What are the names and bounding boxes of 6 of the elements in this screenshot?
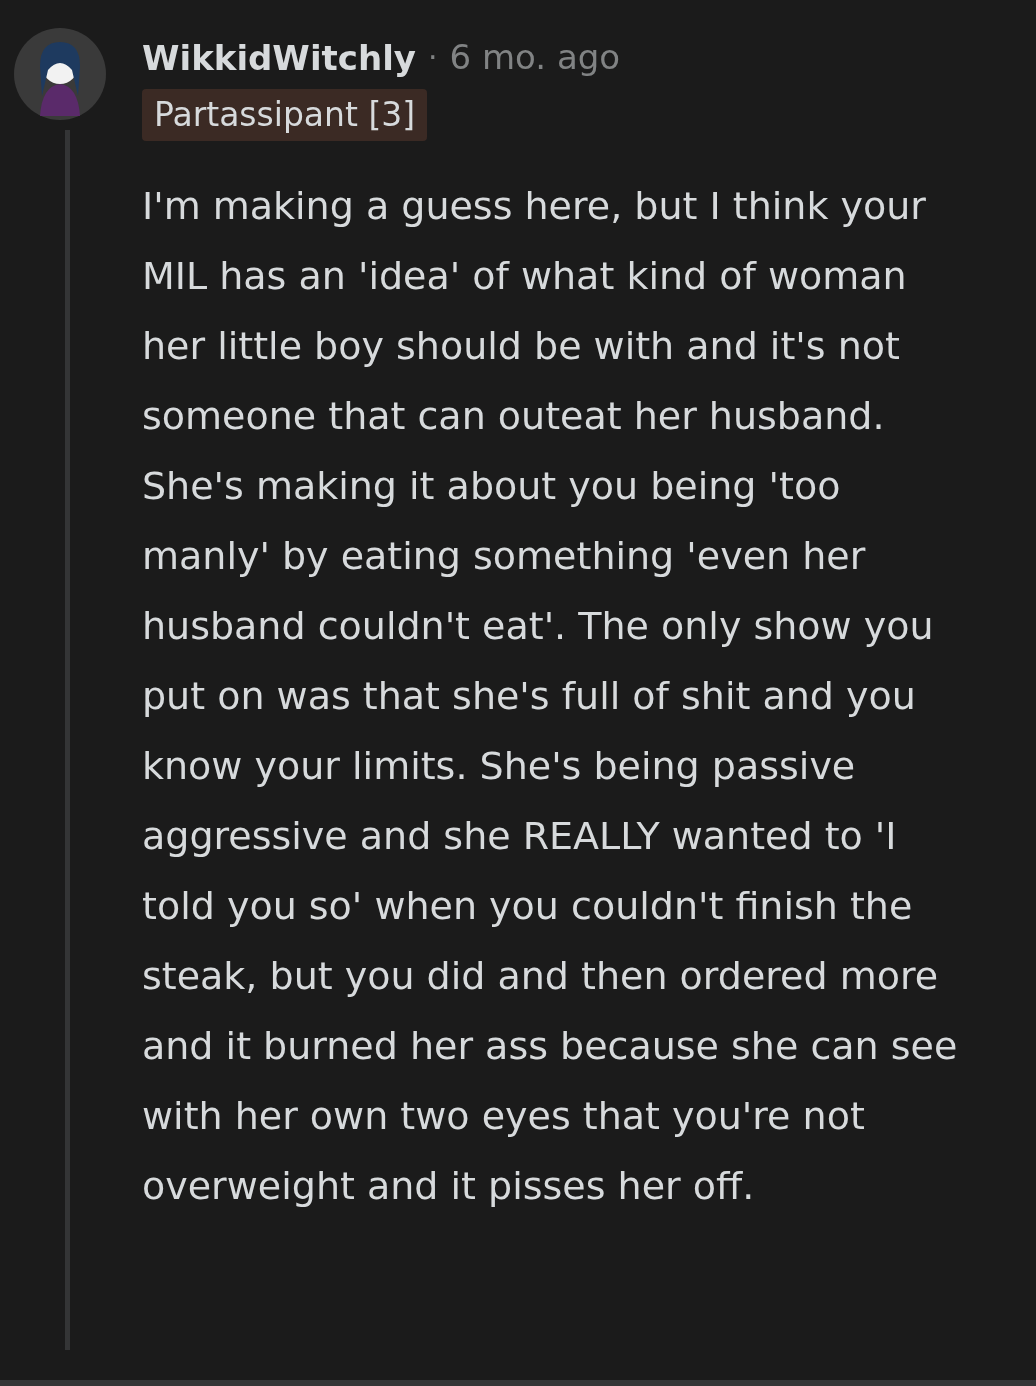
separator: · [427,39,438,77]
comment-body: I'm making a guess here, but I think your MIL has an 'idea' of what kind of woman her little boy should be with and it's not someone that can outeat her husband. She's making it about you being 'too manly' by eating something 'even her husband couldn't eat'. The only show you put on was that she's full of shit and you know your limits. She's being passive aggressive and she REALLY wanted to 'I told you so' when you couldn't finish the steak, but you did and then ordered more and it burned her ass because she can see with her own two eyes that you're not overweight and it pisses her off. [142,183,959,1210]
user-flair: Partassipant [3] [142,89,428,141]
avatar-icon[interactable] [12,26,108,122]
username[interactable]: WikkidWitchly [142,33,416,82]
timestamp: 6 mo. ago [449,36,621,79]
